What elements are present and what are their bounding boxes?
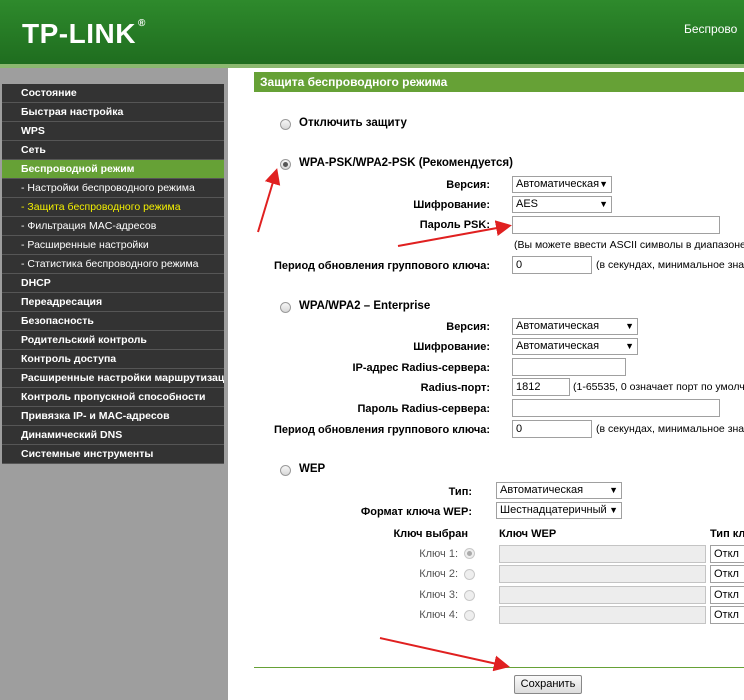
wep-key-type-select[interactable]: Откл xyxy=(710,586,744,604)
psk-password-hint: (Вы можете ввести ASCII символы в диапаз… xyxy=(514,239,744,251)
menu-item-bandwidth-control[interactable]: Контроль пропускной способности xyxy=(2,388,224,407)
menu-item-status[interactable]: Состояние xyxy=(2,84,224,103)
divider xyxy=(254,667,744,668)
dropdown-arrow-icon: ▼ xyxy=(625,321,634,331)
header-bar: TP-LINK ® Беспрово xyxy=(0,0,744,64)
psk-group-key-label: Период обновления группового ключа: xyxy=(273,260,490,272)
header-model-text: Беспрово xyxy=(684,22,738,36)
ent-version-label: Версия: xyxy=(446,321,490,333)
menu-item-wireless[interactable]: Беспроводной режим xyxy=(2,160,224,179)
wep-key-radio[interactable] xyxy=(464,590,475,601)
radius-port-label: Radius-порт: xyxy=(420,382,490,394)
wep-col-type: Тип кл xyxy=(710,528,744,540)
wep-key-type-select[interactable]: Откл xyxy=(710,606,744,624)
menu-item-parental-control[interactable]: Родительский контроль xyxy=(2,331,224,350)
page-title: Защита беспроводного режима xyxy=(254,72,744,92)
psk-group-key-input[interactable]: 0 xyxy=(512,256,592,274)
wep-type-select[interactable]: Автоматическая ▼ xyxy=(496,482,622,499)
menu-item-wireless-security[interactable]: - Защита беспроводного режима xyxy=(2,198,224,217)
menu-item-quick-setup[interactable]: Быстрая настройка xyxy=(2,103,224,122)
ent-encryption-select[interactable]: Автоматическая ▼ xyxy=(512,338,638,355)
enterprise-label: WPA/WPA2 – Enterprise xyxy=(299,300,431,312)
wep-key-label: Ключ 4: xyxy=(419,609,458,621)
ent-encryption-label: Шифрование: xyxy=(413,341,490,353)
menu-item-mac-filtering[interactable]: - Фильтрация MAC-адресов xyxy=(2,217,224,236)
menu-item-ip-mac-binding[interactable]: Привязка IP- и MAC-адресов xyxy=(2,407,224,426)
psk-version-label: Версия: xyxy=(446,179,490,191)
psk-password-label: Пароль PSK: xyxy=(419,219,490,231)
psk-encryption-select[interactable]: AES ▼ xyxy=(512,196,612,213)
wep-format-select[interactable]: Шестнадцатеричный ▼ xyxy=(496,502,622,519)
sidebar-menu: Состояние Быстрая настройка WPS Сеть Бес… xyxy=(2,84,224,464)
wep-label: WEP xyxy=(299,463,326,475)
wep-key-label: Ключ 1: xyxy=(419,548,458,560)
ent-version-select[interactable]: Автоматическая ▼ xyxy=(512,318,638,335)
wep-key-radio[interactable] xyxy=(464,548,475,559)
wep-key-input[interactable] xyxy=(499,586,706,604)
radius-port-hint: (1-65535, 0 означает порт по умолчан xyxy=(573,381,744,393)
wep-key-input[interactable] xyxy=(499,545,706,563)
radius-ip-label: IP-адрес Radius-сервера: xyxy=(352,362,490,374)
menu-item-wps[interactable]: WPS xyxy=(2,122,224,141)
wep-type-label: Тип: xyxy=(448,486,472,498)
disable-security-radio[interactable] xyxy=(280,119,291,130)
ent-group-key-input[interactable]: 0 xyxy=(512,420,592,438)
dropdown-arrow-icon: ▼ xyxy=(599,199,608,209)
psk-group-key-hint: (в секундах, минимальное значен xyxy=(596,259,744,271)
wep-key-radio[interactable] xyxy=(464,610,475,621)
radius-password-label: Пароль Radius-сервера: xyxy=(357,403,490,415)
wep-key-radio[interactable] xyxy=(464,569,475,580)
radius-port-input[interactable]: 1812 xyxy=(512,378,570,396)
menu-item-network[interactable]: Сеть xyxy=(2,141,224,160)
menu-item-access-control[interactable]: Контроль доступа xyxy=(2,350,224,369)
disable-security-label: Отключить защиту xyxy=(299,117,407,129)
menu-item-wireless-advanced[interactable]: - Расширенные настройки xyxy=(2,236,224,255)
psk-encryption-label: Шифрование: xyxy=(413,199,490,211)
wep-key-type-select[interactable]: Откл xyxy=(710,545,744,563)
main-content: Защита беспроводного режима Отключить за… xyxy=(228,68,744,700)
wep-key-label: Ключ 3: xyxy=(419,589,458,601)
save-button[interactable]: Сохранить xyxy=(514,675,582,694)
wep-radio[interactable] xyxy=(280,465,291,476)
wep-col-key: Ключ WEP xyxy=(499,528,557,540)
wpa-psk-label: WPA-PSK/WPA2-PSK (Рекомендуется) xyxy=(299,157,513,169)
wpa-psk-radio[interactable] xyxy=(280,159,291,170)
wep-key-input[interactable] xyxy=(499,606,706,624)
menu-item-forwarding[interactable]: Переадресация xyxy=(2,293,224,312)
dropdown-arrow-icon: ▼ xyxy=(609,485,618,495)
menu-item-advanced-routing[interactable]: Расширенные настройки маршрутизации xyxy=(2,369,224,388)
psk-version-select[interactable]: Автоматическая ▼ xyxy=(512,176,612,193)
dropdown-arrow-icon: ▼ xyxy=(599,179,608,189)
menu-item-system-tools[interactable]: Системные инструменты xyxy=(2,445,224,464)
enterprise-radio[interactable] xyxy=(280,302,291,313)
psk-password-input[interactable] xyxy=(512,216,720,234)
dropdown-arrow-icon: ▼ xyxy=(609,505,618,515)
ent-group-key-hint: (в секундах, минимальное значен xyxy=(596,423,744,435)
tp-link-logo: TP-LINK ® xyxy=(22,18,146,49)
menu-item-wireless-settings[interactable]: - Настройки беспроводного режима xyxy=(2,179,224,198)
wep-key-input[interactable] xyxy=(499,565,706,583)
wep-key-label: Ключ 2: xyxy=(419,568,458,580)
wep-col-selected: Ключ выбран xyxy=(393,528,468,540)
radius-ip-input[interactable] xyxy=(512,358,626,376)
ent-group-key-label: Период обновления группового ключа: xyxy=(273,424,490,436)
menu-item-dynamic-dns[interactable]: Динамический DNS xyxy=(2,426,224,445)
menu-item-security[interactable]: Безопасность xyxy=(2,312,224,331)
radius-password-input[interactable] xyxy=(512,399,720,417)
wep-format-label: Формат ключа WEP: xyxy=(360,506,472,518)
menu-item-dhcp[interactable]: DHCP xyxy=(2,274,224,293)
dropdown-arrow-icon: ▼ xyxy=(625,341,634,351)
menu-item-wireless-statistics[interactable]: - Статистика беспроводного режима xyxy=(2,255,224,274)
wep-key-type-select[interactable]: Откл xyxy=(710,565,744,583)
